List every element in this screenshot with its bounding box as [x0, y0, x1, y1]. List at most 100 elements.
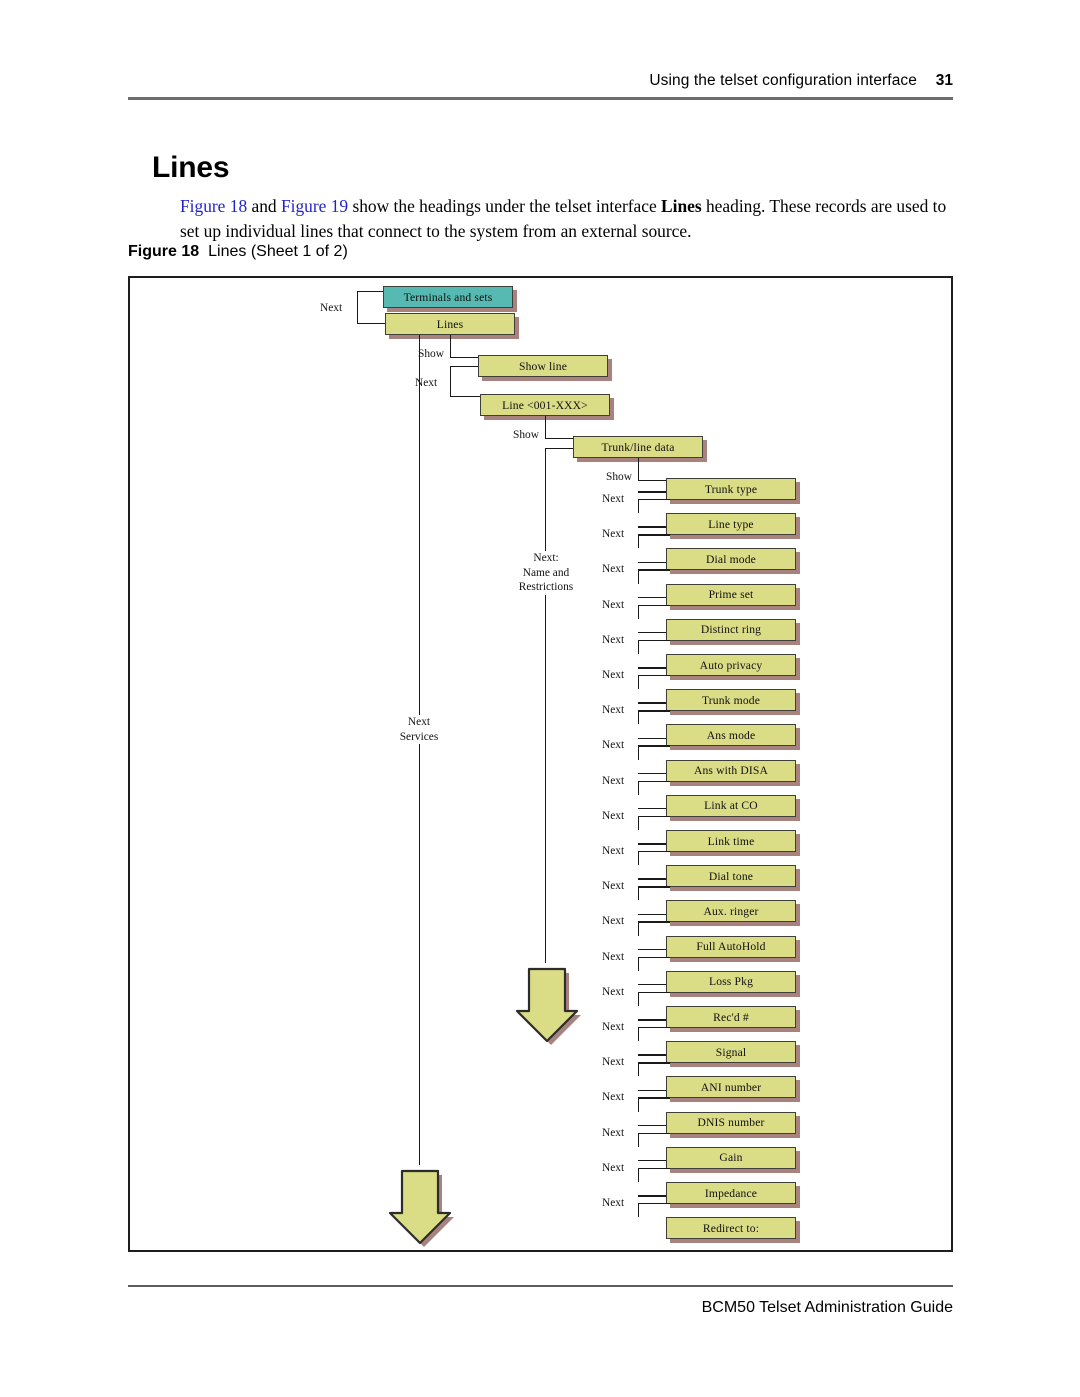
edge-label-next-services-line2: Services: [399, 730, 439, 743]
connector-item-stub: [638, 956, 670, 958]
node-lines[interactable]: Lines: [385, 313, 515, 335]
node-line-range[interactable]: Line <001-XXX>: [480, 394, 610, 416]
connector-item-vertical: [638, 499, 640, 514]
node-trunk-item[interactable]: Impedance: [666, 1182, 796, 1204]
connector-item-vertical: [638, 569, 640, 584]
edge-label-next: Next: [602, 880, 625, 893]
node-label: ANI number: [700, 1080, 762, 1094]
node-trunk-item[interactable]: Gain: [666, 1146, 796, 1169]
connector-item-vertical: [638, 1203, 640, 1218]
edge-label-nr-line1: Next:: [533, 552, 559, 564]
connector-item-vertical: [638, 780, 640, 795]
edge-label-nr-line2: Name and: [522, 566, 570, 579]
node-terminals-and-sets[interactable]: Terminals and sets: [383, 286, 513, 308]
node-trunk-item[interactable]: Ans with DISA: [666, 759, 796, 782]
connector-item-stub: [638, 991, 670, 994]
figure-caption: Figure 18 Lines (Sheet 1 of 2): [128, 243, 348, 261]
node-trunk-item[interactable]: ANI number: [666, 1076, 796, 1099]
page-header: Using the telset configuration interface…: [128, 72, 953, 102]
node-label: Prime set: [708, 588, 754, 602]
node-trunk-item[interactable]: DNIS number: [666, 1111, 796, 1134]
connector-show-to-trunktype: [638, 480, 666, 482]
node-trunk-item[interactable]: Loss Pkg: [666, 970, 796, 993]
figure-frame: Terminals and sets Next Lines Show Next …: [128, 276, 953, 1252]
connector-item-stub: [638, 737, 666, 739]
node-trunk-item[interactable]: Distinct ring: [666, 618, 796, 641]
header-title: Using the telset configuration interface: [649, 72, 917, 89]
connector-item-stub: [638, 569, 670, 571]
edge-label-next-services-line1: Next: [407, 716, 431, 728]
connector-into-linerange: [450, 396, 482, 398]
edge-label-show-trunkdata: Show: [606, 471, 632, 483]
connector-item-stub: [638, 1203, 670, 1205]
node-label: Full AutoHold: [696, 940, 766, 954]
node-trunk-line-data[interactable]: Trunk/line data: [573, 436, 703, 458]
connector-linerange-show-drop: [545, 416, 547, 438]
node-label: Line type: [708, 517, 754, 531]
node-label: Link time: [707, 834, 755, 848]
paragraph-bold-lines: Lines: [661, 196, 702, 217]
connector-item-stub: [638, 639, 670, 642]
connector-item-vertical: [638, 534, 640, 549]
node-trunk-item[interactable]: Aux. ringer: [666, 900, 796, 923]
edge-label-next-name-restrictions: Next: Name and Restrictions: [505, 551, 587, 595]
node-label: Terminals and sets: [403, 290, 493, 304]
connector-item-vertical: [638, 1132, 640, 1147]
edge-label-show-lines: Show: [418, 348, 444, 360]
node-trunk-item[interactable]: Link at CO: [666, 794, 796, 817]
edge-label-next: Next: [602, 809, 625, 822]
connector-item-vertical: [638, 815, 640, 830]
connector-item-vertical: [638, 1167, 640, 1182]
connector-item-stub: [638, 1167, 670, 1170]
node-label: Dial mode: [706, 552, 756, 566]
connector-lines-show-drop: [450, 335, 452, 357]
figure-18-crossref[interactable]: Figure 18: [180, 196, 247, 216]
lines-flow-diagram: Terminals and sets Next Lines Show Next …: [130, 278, 951, 1250]
figure-19-crossref[interactable]: Figure 19: [281, 196, 348, 216]
connector-item-vertical: [638, 851, 640, 866]
connector-item-stub: [638, 632, 666, 634]
node-label: Loss Pkg: [708, 975, 754, 989]
edge-label-next: Next: [602, 1197, 625, 1209]
node-label: Signal: [715, 1045, 747, 1059]
connector-item-stub: [638, 808, 666, 810]
connector-item-stub: [638, 913, 666, 915]
connector-item-vertical: [638, 1062, 640, 1077]
node-trunk-item[interactable]: Line type: [666, 513, 796, 536]
edge-label-next: Next: [602, 633, 625, 646]
node-label: Distinct ring: [700, 623, 762, 637]
node-label: Impedance: [704, 1186, 758, 1200]
figure-caption-number: Figure 18: [128, 243, 200, 260]
edge-label-next: Next: [602, 1091, 625, 1104]
node-trunk-item[interactable]: Trunk type: [666, 478, 796, 500]
node-trunk-item[interactable]: Link time: [666, 830, 796, 852]
node-label: Trunk/line data: [601, 440, 675, 454]
edge-label-next-showline: Next: [415, 377, 438, 389]
node-trunk-item[interactable]: Redirect to:: [666, 1217, 796, 1240]
node-label: Redirect to:: [702, 1221, 760, 1235]
node-trunk-item[interactable]: Signal: [666, 1041, 796, 1064]
node-label: Dial tone: [708, 869, 754, 883]
connector-item-vertical: [638, 956, 640, 971]
connector-into-lines: [357, 323, 385, 325]
node-trunk-item[interactable]: Full AutoHold: [666, 935, 796, 958]
node-show-line[interactable]: Show line: [478, 355, 608, 377]
node-trunk-item[interactable]: Dial tone: [666, 865, 796, 888]
edge-label-next: Next: [602, 985, 625, 998]
node-trunk-item[interactable]: Rec'd #: [666, 1006, 796, 1028]
node-trunk-item[interactable]: Dial mode: [666, 548, 796, 571]
edge-label-next: Next: [602, 563, 625, 576]
node-label: Gain: [719, 1151, 743, 1165]
connector-item-stub: [638, 710, 670, 712]
node-trunk-item[interactable]: Prime set: [666, 583, 796, 606]
node-trunk-item[interactable]: Trunk mode: [666, 689, 796, 712]
node-trunk-item[interactable]: Ans mode: [666, 724, 796, 747]
connector-item-stub: [638, 1124, 666, 1127]
connector-item-vertical: [638, 1097, 640, 1112]
edge-label-next: Next: [602, 528, 625, 541]
connector-item-vertical: [638, 710, 640, 725]
connector-item-stub: [638, 780, 670, 782]
node-label: Ans mode: [706, 728, 756, 742]
connector-item-stub: [638, 851, 670, 853]
node-trunk-item[interactable]: Auto privacy: [666, 654, 796, 676]
